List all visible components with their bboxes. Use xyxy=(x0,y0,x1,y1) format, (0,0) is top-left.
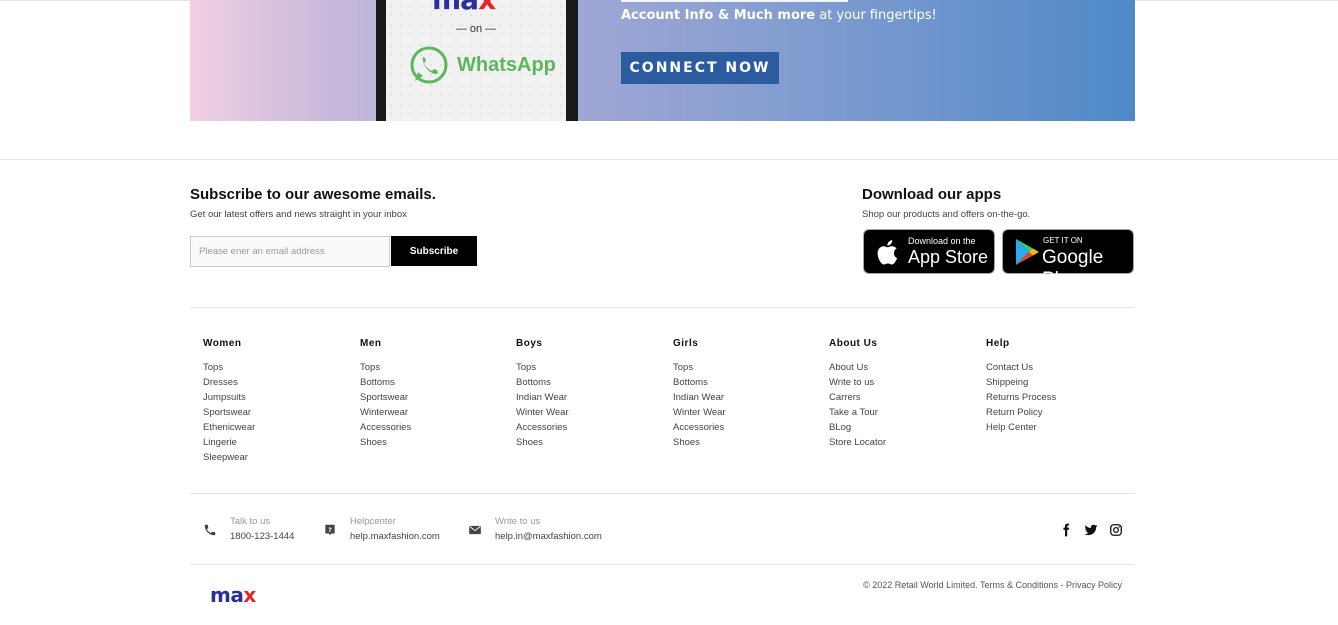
on-text: — on — xyxy=(455,23,497,35)
footer-link[interactable]: Carrers xyxy=(829,390,886,405)
bottom-divider xyxy=(190,564,1135,565)
footer-link[interactable]: Bottoms xyxy=(360,375,411,390)
footer-link[interactable]: Indian Wear xyxy=(516,390,569,405)
whatsapp-promo-banner[interactable]: max — on — WhatsApp Account Info & Much … xyxy=(190,0,1135,121)
footer-link[interactable]: About Us xyxy=(829,360,886,375)
footer-link[interactable]: Bottoms xyxy=(673,375,726,390)
footer-link[interactable]: Shoes xyxy=(516,435,569,450)
footer-link[interactable]: Accessories xyxy=(360,420,411,435)
phone-mockup: max — on — WhatsApp xyxy=(376,0,578,121)
footer-link[interactable]: Contact Us xyxy=(986,360,1056,375)
max-logo: max xyxy=(432,0,496,14)
copyright: © 2022 Retail World Limited. Terms & Con… xyxy=(863,580,1122,590)
footer-link[interactable]: Lingerie xyxy=(203,435,255,450)
section-divider xyxy=(0,159,1338,160)
link-separator: - xyxy=(1057,580,1066,590)
footer-link[interactable]: Shippeing xyxy=(986,375,1056,390)
app-store-big-text: App Store xyxy=(908,247,989,267)
footer-link[interactable]: Jumpsuits xyxy=(203,390,255,405)
column-title: Women xyxy=(203,338,242,349)
footer-link[interactable]: Indian Wear xyxy=(673,390,726,405)
footer-link[interactable]: Ethenicwear xyxy=(203,420,255,435)
footer-column-women: Women Tops Dresses Jumpsuits Sportswear … xyxy=(203,338,255,465)
footer-column-about: About Us About Us Write to us Carrers Ta… xyxy=(829,338,886,450)
footer-link[interactable]: Sportswear xyxy=(203,405,255,420)
footer-link[interactable]: Sleepwear xyxy=(203,450,255,465)
footer-link[interactable]: BLog xyxy=(829,420,886,435)
google-play-button[interactable]: GET IT ON Google Play xyxy=(1002,229,1134,290)
footer-link[interactable]: Store Locator xyxy=(829,435,886,450)
terms-link[interactable]: Terms & Conditions xyxy=(980,580,1058,590)
copyright-text: © 2022 Retail World Limited. xyxy=(863,580,978,590)
apps-title: Download our apps xyxy=(862,186,1002,203)
subscribe-button[interactable]: Subscribe xyxy=(391,236,477,266)
facebook-icon[interactable] xyxy=(1059,523,1073,537)
footer-link[interactable]: Write to us xyxy=(829,375,886,390)
footer-link[interactable]: Accessories xyxy=(516,420,569,435)
footer-divider xyxy=(190,307,1135,308)
twitter-icon[interactable] xyxy=(1084,523,1098,537)
apple-icon xyxy=(877,240,898,265)
apps-description: Shop our products and offers on-the-go. xyxy=(862,209,1031,220)
phone-number[interactable]: 1800-123-1444 xyxy=(230,531,294,542)
footer-link[interactable]: Tops xyxy=(673,360,726,375)
footer-link[interactable]: Returns Process xyxy=(986,390,1056,405)
column-title: About Us xyxy=(829,338,878,349)
footer-link[interactable]: Winterwear xyxy=(360,405,411,420)
footer-link[interactable]: Winter Wear xyxy=(516,405,569,420)
banner-tagline: Account Info & Much more at your fingert… xyxy=(621,8,937,23)
banner-accent-line xyxy=(621,0,848,2)
column-title: Help xyxy=(986,338,1010,349)
whatsapp-label: WhatsApp xyxy=(457,54,556,76)
google-play-small-text: GET IT ON xyxy=(1043,236,1083,245)
privacy-link[interactable]: Privacy Policy xyxy=(1066,580,1122,590)
whatsapp-icon xyxy=(410,46,448,84)
footer-column-men: Men Tops Bottoms Sportswear Winterwear A… xyxy=(360,338,411,450)
email-input[interactable] xyxy=(190,236,390,267)
footer-link[interactable]: Tops xyxy=(516,360,569,375)
footer-link[interactable]: Tops xyxy=(360,360,411,375)
footer-link[interactable]: Help Center xyxy=(986,420,1056,435)
column-title: Boys xyxy=(516,338,543,349)
phone-icon xyxy=(204,524,216,536)
phone-screen: max — on — WhatsApp xyxy=(386,0,566,121)
contact-label: Write to us xyxy=(495,516,541,527)
mail-icon xyxy=(469,525,481,535)
footer-link[interactable]: Bottoms xyxy=(516,375,569,390)
max-logo[interactable]: max xyxy=(210,583,256,607)
subscribe-description: Get our latest offers and news straight … xyxy=(190,209,407,220)
contact-label: Talk to us xyxy=(230,516,271,527)
footer-link[interactable]: Dresses xyxy=(203,375,255,390)
footer-link[interactable]: Tops xyxy=(203,360,255,375)
footer-column-girls: Girls Tops Bottoms Indian Wear Winter We… xyxy=(673,338,726,450)
footer-link[interactable]: Winter Wear xyxy=(673,405,726,420)
help-icon: ? xyxy=(325,524,335,536)
google-play-icon xyxy=(1016,239,1039,265)
column-title: Girls xyxy=(673,338,699,349)
svg-text:?: ? xyxy=(328,526,332,534)
instagram-icon[interactable] xyxy=(1109,523,1123,537)
footer-column-boys: Boys Tops Bottoms Indian Wear Winter Wea… xyxy=(516,338,569,450)
contact-label: Helpcenter xyxy=(350,516,396,527)
column-title: Men xyxy=(360,338,382,349)
footer-link[interactable]: Shoes xyxy=(673,435,726,450)
subscribe-title: Subscribe to our awesome emails. xyxy=(190,186,436,203)
app-store-button[interactable]: Download on the App Store xyxy=(863,229,995,274)
footer-link[interactable]: Take a Tour xyxy=(829,405,886,420)
footer-link[interactable]: Sportswear xyxy=(360,390,411,405)
footer-column-help: Help Contact Us Shippeing Returns Proces… xyxy=(986,338,1056,435)
email-link[interactable]: help.in@maxfashion.com xyxy=(495,531,602,542)
app-store-small-text: Download on the xyxy=(908,236,976,246)
helpcenter-link[interactable]: help.maxfashion.com xyxy=(350,531,440,542)
connect-now-button[interactable]: CONNECT NOW xyxy=(621,52,779,84)
footer-link[interactable]: Shoes xyxy=(360,435,411,450)
footer-link[interactable]: Accessories xyxy=(673,420,726,435)
google-play-big-text: Google Play xyxy=(1042,247,1104,290)
footer-link[interactable]: Return Policy xyxy=(986,405,1056,420)
contact-divider xyxy=(190,493,1135,494)
